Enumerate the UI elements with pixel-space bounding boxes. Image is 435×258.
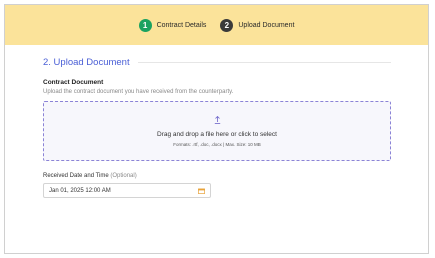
received-date-label-text: Received Date and Time: [43, 173, 109, 179]
step-label: Contract Details: [156, 21, 207, 29]
received-date-label: Received Date and Time (Optional): [43, 173, 391, 179]
upload-arrow-icon: [214, 115, 221, 126]
progress-stepper: 1 Contract Details 2 Upload Document: [5, 5, 428, 45]
received-date-input[interactable]: Jan 01, 2025 12:00 AM: [43, 183, 211, 198]
received-date-value: Jan 01, 2025 12:00 AM: [49, 187, 111, 194]
file-dropzone[interactable]: Drag and drop a file here or click to se…: [43, 101, 391, 161]
contract-document-label: Contract Document: [43, 79, 104, 86]
step-contract-details[interactable]: 1 Contract Details: [138, 18, 207, 32]
form-content: 2. Upload Document Contract Document Upl…: [5, 57, 428, 198]
dropzone-instruction: Drag and drop a file here or click to se…: [157, 130, 277, 138]
step-number-badge: 2: [220, 18, 234, 32]
contract-document-help: Upload the contract document you have re…: [43, 89, 234, 95]
step-upload-document[interactable]: 2 Upload Document: [220, 18, 295, 32]
calendar-icon[interactable]: [198, 188, 205, 194]
optional-tag: (Optional): [110, 173, 137, 179]
dropzone-formats: Formats: .rtf, .doc, .docx | Max. Size: …: [173, 141, 261, 147]
step-label: Upload Document: [238, 21, 295, 29]
section-header: 2. Upload Document: [43, 57, 391, 68]
section-title: 2. Upload Document: [43, 57, 130, 68]
upload-document-panel: 1 Contract Details 2 Upload Document 2. …: [4, 4, 429, 254]
section-divider: [137, 62, 391, 63]
step-number-badge: 1: [138, 18, 152, 32]
